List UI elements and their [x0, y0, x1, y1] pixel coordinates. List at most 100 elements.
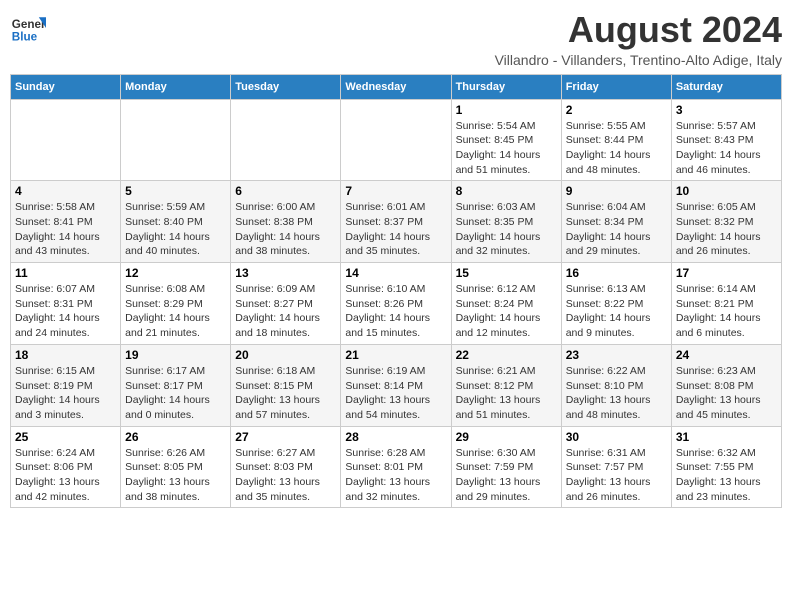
- calendar-table: SundayMondayTuesdayWednesdayThursdayFrid…: [10, 74, 782, 509]
- day-number: 14: [345, 266, 446, 280]
- day-number: 11: [15, 266, 116, 280]
- day-number: 2: [566, 103, 667, 117]
- day-number: 31: [676, 430, 777, 444]
- day-number: 17: [676, 266, 777, 280]
- calendar-week-row: 18 Sunrise: 6:15 AM Sunset: 8:19 PM Dayli…: [11, 344, 782, 426]
- calendar-cell: 4 Sunrise: 5:58 AM Sunset: 8:41 PM Daylig…: [11, 181, 121, 263]
- calendar-cell: 29Sunrise: 6:30 AM Sunset: 7:59 PM Dayli…: [451, 426, 561, 508]
- month-year-title: August 2024: [495, 10, 782, 50]
- day-header-thursday: Thursday: [451, 74, 561, 99]
- calendar-cell: 5Sunrise: 5:59 AM Sunset: 8:40 PM Daylig…: [121, 181, 231, 263]
- calendar-cell: [341, 99, 451, 181]
- day-number: 21: [345, 348, 446, 362]
- day-info: Sunrise: 5:57 AM Sunset: 8:43 PM Dayligh…: [676, 119, 777, 178]
- day-info: Sunrise: 6:15 AM Sunset: 8:19 PM Dayligh…: [15, 364, 116, 423]
- day-number: 13: [235, 266, 336, 280]
- calendar-cell: 28Sunrise: 6:28 AM Sunset: 8:01 PM Dayli…: [341, 426, 451, 508]
- day-number: 4: [15, 184, 116, 198]
- day-number: 12: [125, 266, 226, 280]
- day-number: 7: [345, 184, 446, 198]
- day-info: Sunrise: 6:24 AM Sunset: 8:06 PM Dayligh…: [15, 446, 116, 505]
- day-info: Sunrise: 5:54 AM Sunset: 8:45 PM Dayligh…: [456, 119, 557, 178]
- day-info: Sunrise: 6:13 AM Sunset: 8:22 PM Dayligh…: [566, 282, 667, 341]
- day-number: 18: [15, 348, 116, 362]
- day-number: 22: [456, 348, 557, 362]
- calendar-cell: 20 Sunrise: 6:18 AM Sunset: 8:15 PM Dayli…: [231, 344, 341, 426]
- calendar-cell: 17 Sunrise: 6:14 AM Sunset: 8:21 PM Dayli…: [671, 263, 781, 345]
- day-info: Sunrise: 6:22 AM Sunset: 8:10 PM Dayligh…: [566, 364, 667, 423]
- svg-text:Blue: Blue: [12, 31, 38, 44]
- calendar-cell: 3 Sunrise: 5:57 AM Sunset: 8:43 PM Daylig…: [671, 99, 781, 181]
- day-info: Sunrise: 6:07 AM Sunset: 8:31 PM Dayligh…: [15, 282, 116, 341]
- calendar-cell: 19 Sunrise: 6:17 AM Sunset: 8:17 PM Dayli…: [121, 344, 231, 426]
- day-info: Sunrise: 6:14 AM Sunset: 8:21 PM Dayligh…: [676, 282, 777, 341]
- calendar-cell: 15 Sunrise: 6:12 AM Sunset: 8:24 PM Dayli…: [451, 263, 561, 345]
- calendar-week-row: 1 Sunrise: 5:54 AM Sunset: 8:45 PM Daylig…: [11, 99, 782, 181]
- day-number: 24: [676, 348, 777, 362]
- calendar-cell: 7Sunrise: 6:01 AM Sunset: 8:37 PM Daylig…: [341, 181, 451, 263]
- day-number: 28: [345, 430, 446, 444]
- calendar-cell: 18 Sunrise: 6:15 AM Sunset: 8:19 PM Dayli…: [11, 344, 121, 426]
- day-header-saturday: Saturday: [671, 74, 781, 99]
- calendar-cell: 26 Sunrise: 6:26 AM Sunset: 8:05 PM Dayli…: [121, 426, 231, 508]
- day-number: 30: [566, 430, 667, 444]
- day-info: Sunrise: 6:27 AM Sunset: 8:03 PM Dayligh…: [235, 446, 336, 505]
- calendar-cell: 22 Sunrise: 6:21 AM Sunset: 8:12 PM Dayli…: [451, 344, 561, 426]
- day-number: 23: [566, 348, 667, 362]
- calendar-cell: 13Sunrise: 6:09 AM Sunset: 8:27 PM Dayli…: [231, 263, 341, 345]
- calendar-cell: 24 Sunrise: 6:23 AM Sunset: 8:08 PM Dayli…: [671, 344, 781, 426]
- day-number: 26: [125, 430, 226, 444]
- day-info: Sunrise: 6:32 AM Sunset: 7:55 PM Dayligh…: [676, 446, 777, 505]
- day-number: 16: [566, 266, 667, 280]
- day-number: 25: [15, 430, 116, 444]
- calendar-cell: 27 Sunrise: 6:27 AM Sunset: 8:03 PM Dayli…: [231, 426, 341, 508]
- day-info: Sunrise: 6:12 AM Sunset: 8:24 PM Dayligh…: [456, 282, 557, 341]
- day-info: Sunrise: 6:23 AM Sunset: 8:08 PM Dayligh…: [676, 364, 777, 423]
- calendar-cell: 6 Sunrise: 6:00 AM Sunset: 8:38 PM Daylig…: [231, 181, 341, 263]
- day-number: 3: [676, 103, 777, 117]
- day-info: Sunrise: 6:19 AM Sunset: 8:14 PM Dayligh…: [345, 364, 446, 423]
- day-header-friday: Friday: [561, 74, 671, 99]
- day-info: Sunrise: 6:05 AM Sunset: 8:32 PM Dayligh…: [676, 200, 777, 259]
- day-info: Sunrise: 5:55 AM Sunset: 8:44 PM Dayligh…: [566, 119, 667, 178]
- day-info: Sunrise: 6:08 AM Sunset: 8:29 PM Dayligh…: [125, 282, 226, 341]
- day-number: 19: [125, 348, 226, 362]
- day-info: Sunrise: 5:58 AM Sunset: 8:41 PM Dayligh…: [15, 200, 116, 259]
- calendar-cell: [11, 99, 121, 181]
- calendar-cell: 12 Sunrise: 6:08 AM Sunset: 8:29 PM Dayli…: [121, 263, 231, 345]
- day-number: 6: [235, 184, 336, 198]
- day-header-sunday: Sunday: [11, 74, 121, 99]
- day-info: Sunrise: 6:30 AM Sunset: 7:59 PM Dayligh…: [456, 446, 557, 505]
- location-subtitle: Villandro - Villanders, Trentino-Alto Ad…: [495, 52, 782, 68]
- day-number: 20: [235, 348, 336, 362]
- calendar-cell: 1 Sunrise: 5:54 AM Sunset: 8:45 PM Daylig…: [451, 99, 561, 181]
- calendar-week-row: 25 Sunrise: 6:24 AM Sunset: 8:06 PM Dayli…: [11, 426, 782, 508]
- day-number: 15: [456, 266, 557, 280]
- calendar-week-row: 4 Sunrise: 5:58 AM Sunset: 8:41 PM Daylig…: [11, 181, 782, 263]
- calendar-cell: 2 Sunrise: 5:55 AM Sunset: 8:44 PM Daylig…: [561, 99, 671, 181]
- day-number: 10: [676, 184, 777, 198]
- calendar-cell: 14Sunrise: 6:10 AM Sunset: 8:26 PM Dayli…: [341, 263, 451, 345]
- day-info: Sunrise: 6:31 AM Sunset: 7:57 PM Dayligh…: [566, 446, 667, 505]
- calendar-cell: 31 Sunrise: 6:32 AM Sunset: 7:55 PM Dayli…: [671, 426, 781, 508]
- day-number: 1: [456, 103, 557, 117]
- day-info: Sunrise: 6:04 AM Sunset: 8:34 PM Dayligh…: [566, 200, 667, 259]
- day-info: Sunrise: 6:21 AM Sunset: 8:12 PM Dayligh…: [456, 364, 557, 423]
- day-number: 5: [125, 184, 226, 198]
- day-header-wednesday: Wednesday: [341, 74, 451, 99]
- title-section: August 2024 Villandro - Villanders, Tren…: [495, 10, 782, 68]
- calendar-cell: [121, 99, 231, 181]
- day-header-monday: Monday: [121, 74, 231, 99]
- calendar-cell: [231, 99, 341, 181]
- day-info: Sunrise: 6:18 AM Sunset: 8:15 PM Dayligh…: [235, 364, 336, 423]
- calendar-header-row: SundayMondayTuesdayWednesdayThursdayFrid…: [11, 74, 782, 99]
- day-number: 27: [235, 430, 336, 444]
- day-number: 8: [456, 184, 557, 198]
- calendar-cell: 10 Sunrise: 6:05 AM Sunset: 8:32 PM Dayli…: [671, 181, 781, 263]
- day-info: Sunrise: 6:17 AM Sunset: 8:17 PM Dayligh…: [125, 364, 226, 423]
- day-header-tuesday: Tuesday: [231, 74, 341, 99]
- calendar-week-row: 11 Sunrise: 6:07 AM Sunset: 8:31 PM Dayli…: [11, 263, 782, 345]
- calendar-cell: 8Sunrise: 6:03 AM Sunset: 8:35 PM Daylig…: [451, 181, 561, 263]
- day-info: Sunrise: 6:00 AM Sunset: 8:38 PM Dayligh…: [235, 200, 336, 259]
- day-info: Sunrise: 6:26 AM Sunset: 8:05 PM Dayligh…: [125, 446, 226, 505]
